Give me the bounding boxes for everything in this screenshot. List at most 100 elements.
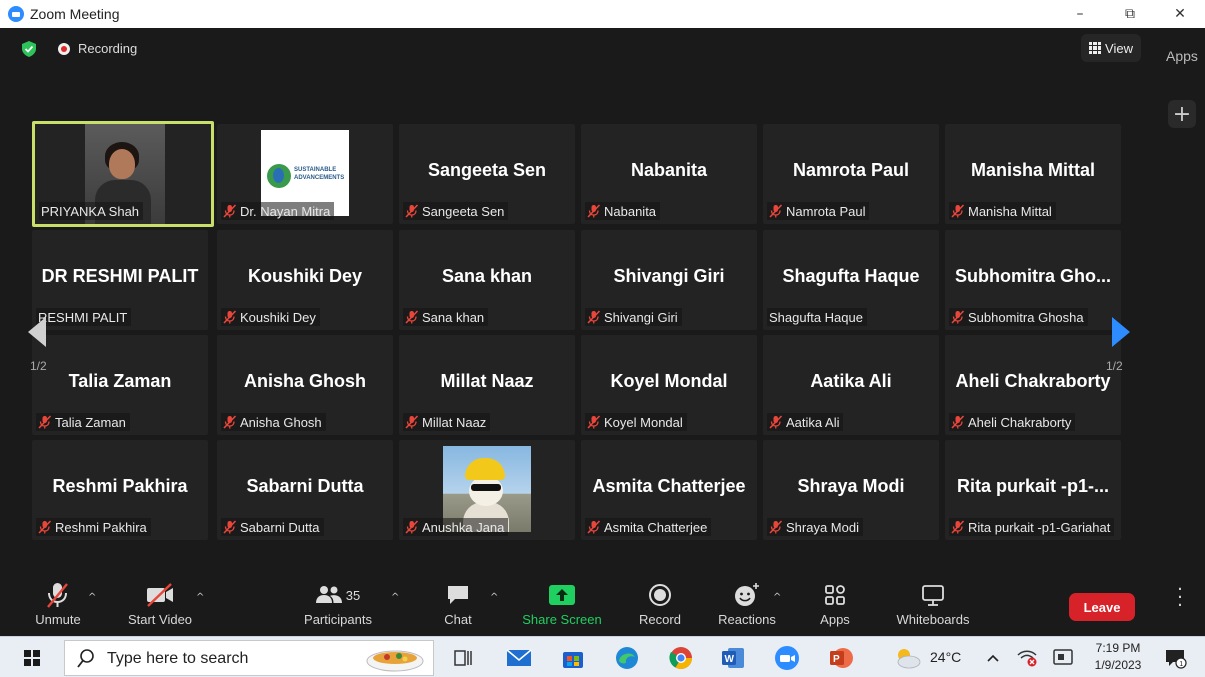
participant-tile[interactable]: PRIYANKA Shah bbox=[32, 121, 214, 227]
participant-name-label: Anushka Jana bbox=[403, 518, 509, 536]
chat-button[interactable]: Chat bbox=[436, 580, 480, 636]
participant-display-name: Reshmi Pakhira bbox=[52, 476, 188, 496]
participant-tile[interactable]: Millat Naaz Millat Naaz bbox=[399, 335, 575, 435]
start-video-label: Start Video bbox=[127, 612, 193, 627]
participants-button[interactable]: 35 Participants bbox=[300, 580, 376, 636]
participants-options-chevron-icon[interactable]: ^ bbox=[391, 592, 399, 603]
participant-name: Subhomitra Ghosha bbox=[968, 309, 1084, 325]
participant-tile[interactable]: Sana khan Sana khan bbox=[399, 230, 575, 330]
windows-start-icon[interactable] bbox=[24, 650, 40, 666]
view-button-label: View bbox=[1105, 40, 1133, 56]
meeting-toolbar: Unmute ^ Start Video ^ 35 Participants ^ bbox=[0, 580, 1205, 636]
participant-display-name: Subhomitra Gho... bbox=[955, 266, 1111, 286]
participant-tile[interactable]: Rita purkait -p1-... Rita purkait -p1-Gar… bbox=[945, 440, 1121, 540]
edge-browser-icon[interactable] bbox=[612, 643, 642, 673]
notifications-icon[interactable]: 1 bbox=[1160, 643, 1190, 673]
participant-tile[interactable]: Asmita Chatterjee Asmita Chatterjee bbox=[581, 440, 757, 540]
view-button[interactable]: View bbox=[1081, 34, 1141, 62]
leave-button[interactable]: Leave bbox=[1069, 593, 1135, 621]
network-disconnected-icon[interactable] bbox=[1012, 643, 1042, 673]
whiteboards-label: Whiteboards bbox=[896, 612, 970, 627]
participant-tile[interactable]: Aatika Ali Aatika Ali bbox=[763, 335, 939, 435]
reactions-options-chevron-icon[interactable]: ^ bbox=[773, 592, 781, 603]
reactions-button[interactable]: Reactions bbox=[716, 580, 778, 636]
next-page-button[interactable]: 1/2 bbox=[1086, 289, 1134, 379]
participant-name: Millat Naaz bbox=[422, 414, 487, 430]
muted-microphone-icon bbox=[587, 204, 601, 218]
participant-name-label: Shraya Modi bbox=[767, 518, 863, 536]
participant-display-name: Anisha Ghosh bbox=[243, 371, 366, 391]
arrow-right-icon bbox=[1112, 317, 1130, 347]
participant-name: Shagufta Haque bbox=[769, 309, 863, 325]
participant-name: Shivangi Giri bbox=[604, 309, 678, 325]
participant-tile[interactable]: Shivangi Giri Shivangi Giri bbox=[581, 230, 757, 330]
maximize-button[interactable]: ⧉ bbox=[1105, 0, 1155, 28]
participant-tile[interactable]: Nabanita Nabanita bbox=[581, 124, 757, 224]
muted-microphone-icon bbox=[223, 520, 237, 534]
add-app-button[interactable]: + bbox=[1168, 100, 1196, 128]
grid-view-icon bbox=[1089, 42, 1101, 54]
unmute-button[interactable]: Unmute bbox=[28, 580, 88, 636]
muted-microphone-icon bbox=[951, 520, 965, 534]
participant-name: Sabarni Dutta bbox=[240, 519, 320, 535]
powerpoint-app-icon[interactable]: P bbox=[826, 643, 856, 673]
weather-cloud-sun-icon[interactable] bbox=[892, 643, 922, 673]
chat-options-chevron-icon[interactable]: ^ bbox=[490, 592, 498, 603]
whiteboards-button[interactable]: Whiteboards bbox=[892, 580, 974, 636]
video-options-chevron-icon[interactable]: ^ bbox=[196, 592, 204, 603]
participant-name: Manisha Mittal bbox=[968, 203, 1052, 219]
participant-tile[interactable]: Reshmi Pakhira Reshmi Pakhira bbox=[32, 440, 208, 540]
zoom-app-icon[interactable] bbox=[772, 643, 802, 673]
participant-tile[interactable]: Shraya Modi Shraya Modi bbox=[763, 440, 939, 540]
muted-microphone-icon bbox=[223, 415, 237, 429]
participant-name-label: Aheli Chakraborty bbox=[949, 413, 1076, 431]
participant-display-name: Shivangi Giri bbox=[613, 266, 725, 286]
muted-microphone-icon bbox=[405, 520, 419, 534]
chat-icon bbox=[446, 580, 470, 610]
muted-microphone-icon bbox=[405, 415, 419, 429]
record-button[interactable]: Record bbox=[634, 580, 686, 636]
share-screen-button[interactable]: Share Screen bbox=[520, 580, 604, 636]
muted-microphone-icon bbox=[405, 310, 419, 324]
muted-microphone-icon bbox=[38, 520, 52, 534]
display-settings-icon[interactable] bbox=[1048, 643, 1078, 673]
shield-icon[interactable] bbox=[22, 41, 36, 57]
participant-tile[interactable]: Anisha Ghosh Anisha Ghosh bbox=[217, 335, 393, 435]
participant-display-name: Rita purkait -p1-... bbox=[956, 476, 1109, 496]
minimize-button[interactable]: – bbox=[1055, 0, 1105, 28]
search-icon bbox=[77, 649, 94, 668]
participant-tile[interactable]: Shagufta Haque Shagufta Haque bbox=[763, 230, 939, 330]
apps-button[interactable]: Apps bbox=[814, 580, 856, 636]
start-video-button[interactable]: Start Video bbox=[122, 580, 198, 636]
participant-tile[interactable]: Sabarni Dutta Sabarni Dutta bbox=[217, 440, 393, 540]
mail-icon[interactable] bbox=[504, 643, 534, 673]
participant-name-label: Anisha Ghosh bbox=[221, 413, 326, 431]
food-bowl-icon bbox=[366, 650, 424, 672]
muted-microphone-icon bbox=[951, 310, 965, 324]
chrome-browser-icon[interactable] bbox=[666, 643, 696, 673]
word-app-icon[interactable]: W bbox=[718, 643, 748, 673]
participant-tile[interactable]: Sangeeta Sen Sangeeta Sen bbox=[399, 124, 575, 224]
participant-tile[interactable]: SUSTAINABLE ADVANCEMENTS Dr. Nayan Mitra bbox=[217, 124, 393, 224]
taskbar-clock[interactable]: 7:19 PM 1/9/2023 bbox=[1088, 640, 1148, 674]
participant-tile[interactable]: Anushka Jana bbox=[399, 440, 575, 540]
more-options-icon[interactable]: · · · bbox=[1172, 581, 1188, 615]
microsoft-store-icon[interactable] bbox=[558, 643, 588, 673]
participant-display-name: Sangeeta Sen bbox=[427, 160, 547, 180]
muted-microphone-icon bbox=[951, 204, 965, 218]
taskbar-search-input[interactable]: Type here to search bbox=[64, 640, 434, 676]
task-view-icon[interactable] bbox=[448, 643, 478, 673]
participant-tile[interactable]: Manisha Mittal Manisha Mittal bbox=[945, 124, 1121, 224]
logo-text: SUSTAINABLE ADVANCEMENTS bbox=[294, 167, 345, 181]
weather-temperature: 24°C bbox=[930, 649, 962, 665]
close-button[interactable]: ✕ bbox=[1155, 0, 1205, 28]
apps-sidebar-label[interactable]: Apps bbox=[1166, 48, 1198, 64]
participant-tile[interactable]: Namrota Paul Namrota Paul bbox=[763, 124, 939, 224]
participant-tile[interactable]: Koyel Mondal Koyel Mondal bbox=[581, 335, 757, 435]
tray-overflow-chevron-icon[interactable] bbox=[978, 643, 1008, 673]
participant-tile[interactable]: Koushiki Dey Koushiki Dey bbox=[217, 230, 393, 330]
previous-page-button[interactable]: 1/2 bbox=[24, 289, 72, 379]
participant-display-name: Sana khan bbox=[441, 266, 533, 286]
audio-options-chevron-icon[interactable]: ^ bbox=[88, 592, 96, 603]
clock-time: 7:19 PM bbox=[1095, 641, 1141, 655]
